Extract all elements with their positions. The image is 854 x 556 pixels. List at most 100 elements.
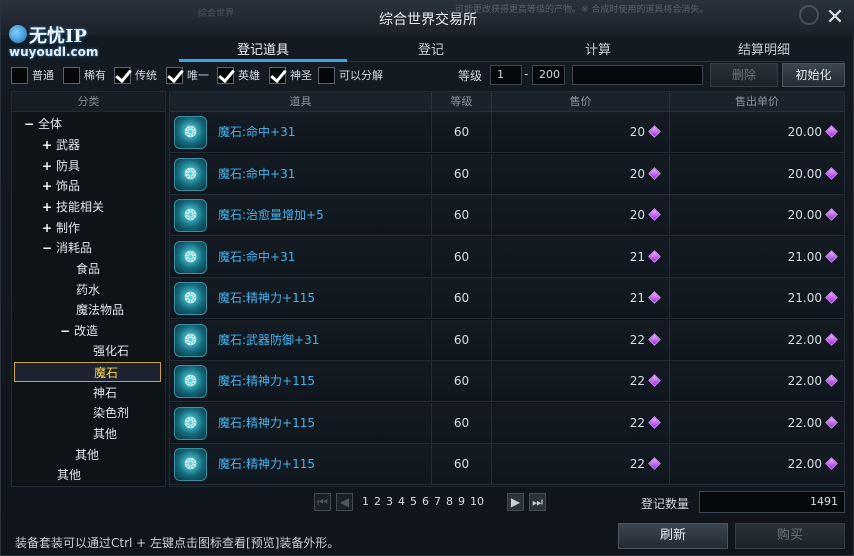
last-page-button[interactable]: ⏭ <box>529 493 546 511</box>
manastone-icon[interactable]: ❂ <box>174 282 207 315</box>
search-input[interactable] <box>572 65 703 85</box>
delete-button[interactable]: 删除 <box>710 63 778 87</box>
page-number[interactable]: 3 <box>386 495 393 508</box>
manastone-icon[interactable]: ❂ <box>174 116 207 149</box>
table-row[interactable]: ❂ 魔石:治愈量增加+5 60 20 20.00 <box>170 195 844 236</box>
expand-icon[interactable]: + <box>42 135 56 155</box>
category-item[interactable]: − 改造 <box>60 321 98 341</box>
buy-button[interactable]: 购买 <box>735 523 845 549</box>
tab-settlement[interactable]: 结算明细 <box>681 39 847 61</box>
filter-checkbox[interactable]: 可以分解 <box>318 65 383 85</box>
level-max-input[interactable]: 200 <box>532 65 565 85</box>
checkbox-checked-icon[interactable] <box>114 66 131 84</box>
item-cell: ❂ 魔石:命中+31 <box>170 236 432 278</box>
page-number[interactable]: 10 <box>470 495 484 508</box>
tab-calculate[interactable]: 计算 <box>515 39 681 61</box>
filter-checkbox[interactable]: 唯一 <box>166 65 209 85</box>
collapse-icon[interactable]: − <box>42 238 56 258</box>
category-item[interactable]: 其他 <box>93 424 117 444</box>
next-page-button[interactable]: ▶ <box>507 493 524 511</box>
expand-icon[interactable]: + <box>42 156 56 176</box>
manastone-icon[interactable]: ❂ <box>174 406 207 440</box>
collapse-icon[interactable]: − <box>60 321 74 341</box>
page-number[interactable]: 7 <box>434 495 441 508</box>
item-name: 魔石:命中+31 <box>218 166 296 181</box>
category-item[interactable]: + 制作 <box>42 218 80 238</box>
table-row[interactable]: ❂ 魔石:精神力+115 60 21 21.00 <box>170 278 844 319</box>
checkbox-empty-icon[interactable] <box>11 66 28 84</box>
manastone-icon[interactable]: ❂ <box>174 323 207 357</box>
category-item[interactable]: 强化石 <box>93 341 129 361</box>
column-item[interactable]: 道具 <box>170 92 432 112</box>
category-item[interactable]: 神石 <box>93 383 117 403</box>
column-level[interactable]: 等级 <box>432 92 492 112</box>
table-row[interactable]: ❂ 魔石:命中+31 60 20 20.00 <box>170 112 844 153</box>
category-item[interactable]: 魔法物品 <box>76 300 124 320</box>
page-number[interactable]: 6 <box>422 495 429 508</box>
prev-page-button[interactable]: ◀ <box>336 493 353 511</box>
filter-checkbox[interactable]: 稀有 <box>63 65 106 85</box>
close-button[interactable]: ✕ <box>823 6 847 30</box>
manastone-icon[interactable]: ❂ <box>174 365 207 398</box>
first-page-button[interactable]: ⏮ <box>314 493 331 511</box>
item-name: 魔石:精神力+115 <box>218 457 316 471</box>
item-level: 60 <box>432 402 492 444</box>
category-item[interactable]: − 消耗品 <box>42 238 92 258</box>
active-tab-indicator <box>179 59 347 62</box>
refresh-button[interactable]: 刷新 <box>618 523 728 549</box>
table-row[interactable]: ❂ 魔石:命中+31 60 20 20.00 <box>170 153 844 195</box>
tab-register[interactable]: 登记 <box>347 39 515 61</box>
expand-icon[interactable]: + <box>42 218 56 238</box>
title-bar[interactable]: 综合世界 综合世界交易所 …可能更改获得更高等级的产物。※ 合成时使用的道具将会… <box>1 1 854 35</box>
page-number[interactable]: 5 <box>410 495 417 508</box>
category-item[interactable]: 药水 <box>76 280 100 300</box>
item-level-value: 60 <box>453 457 470 471</box>
category-item[interactable]: 其他 <box>75 445 99 465</box>
level-min-input[interactable]: 1 <box>490 65 522 85</box>
expand-icon[interactable]: + <box>42 176 56 196</box>
category-label: 武器 <box>56 138 81 152</box>
column-unit-price[interactable]: 售出单价 <box>670 92 844 112</box>
checkbox-empty-icon[interactable] <box>63 66 80 84</box>
page-number[interactable]: 8 <box>446 495 453 508</box>
item-level: 60 <box>432 444 492 485</box>
filter-checkbox[interactable]: 神圣 <box>269 65 312 85</box>
checkbox-checked-icon[interactable] <box>269 66 286 84</box>
page-number[interactable]: 1 <box>362 495 369 508</box>
page-number[interactable]: 4 <box>398 495 405 508</box>
category-item[interactable]: 食品 <box>76 259 100 279</box>
table-row[interactable]: ❂ 魔石:精神力+115 60 22 22.00 <box>170 444 844 485</box>
category-item[interactable]: + 饰品 <box>42 176 80 196</box>
page-number[interactable]: 2 <box>374 495 381 508</box>
table-row[interactable]: ❂ 魔石:命中+31 60 21 21.00 <box>170 236 844 278</box>
expand-icon[interactable]: + <box>42 197 56 217</box>
filter-label: 可以分解 <box>339 69 383 82</box>
table-row[interactable]: ❂ 魔石:精神力+115 60 22 22.00 <box>170 361 844 402</box>
manastone-icon[interactable]: ❂ <box>174 448 207 481</box>
manastone-icon[interactable]: ❂ <box>174 157 207 191</box>
category-item[interactable]: 魔石 <box>14 362 161 382</box>
table-row[interactable]: ❂ 魔石:精神力+115 60 22 22.00 <box>170 402 844 444</box>
category-item[interactable]: 其他 <box>57 465 81 485</box>
manastone-icon[interactable]: ❂ <box>174 199 207 232</box>
manastone-icon[interactable]: ❂ <box>174 240 207 274</box>
filter-checkbox[interactable]: 英雄 <box>217 65 260 85</box>
category-item[interactable]: − 全体 <box>24 114 62 134</box>
checkbox-checked-icon[interactable] <box>166 66 183 84</box>
checkbox-checked-icon[interactable] <box>217 66 234 84</box>
settings-icon[interactable] <box>799 5 819 25</box>
reset-button[interactable]: 初始化 <box>782 63 845 87</box>
category-item[interactable]: + 技能相关 <box>42 197 104 217</box>
table-row[interactable]: ❂ 魔石:武器防御+31 60 22 22.00 <box>170 319 844 361</box>
checkbox-empty-icon[interactable] <box>318 66 335 84</box>
filter-checkbox[interactable]: 普通 <box>11 65 54 85</box>
collapse-icon[interactable]: − <box>24 114 38 134</box>
item-level-value: 60 <box>453 208 470 222</box>
filter-checkbox[interactable]: 传统 <box>114 65 157 85</box>
column-price[interactable]: 售价 <box>492 92 670 112</box>
category-item[interactable]: + 武器 <box>42 135 80 155</box>
category-item[interactable]: 染色剂 <box>93 403 129 423</box>
tab-register-items[interactable]: 登记道具 <box>179 39 347 61</box>
category-item[interactable]: + 防具 <box>42 156 80 176</box>
page-number[interactable]: 9 <box>458 495 465 508</box>
